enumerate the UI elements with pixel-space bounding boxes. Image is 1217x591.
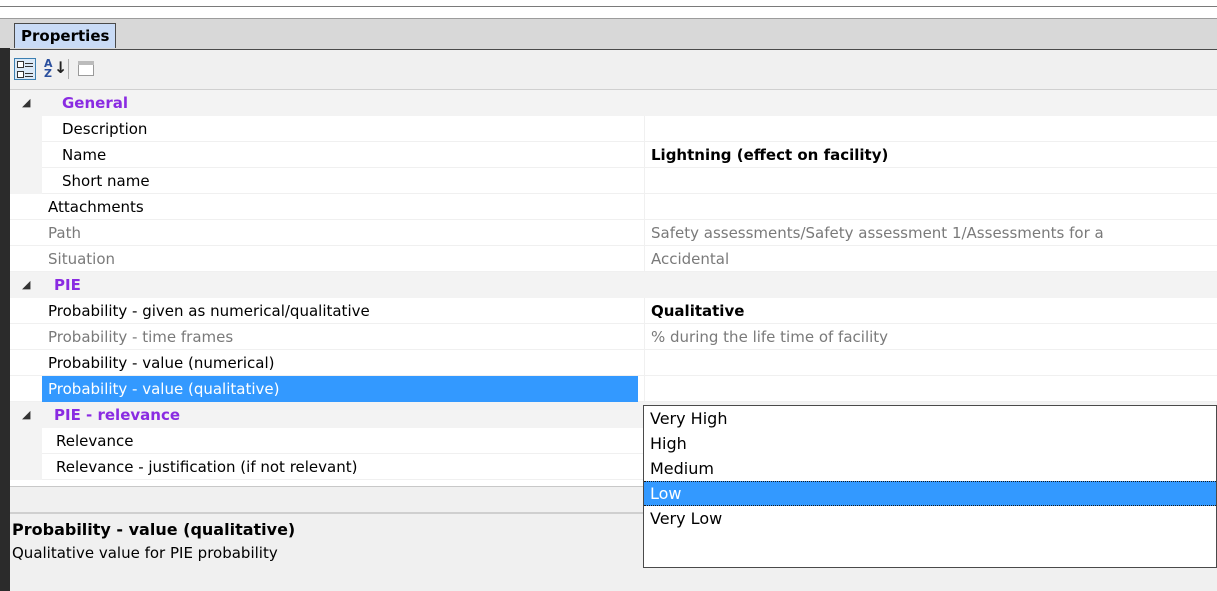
description-title: Probability - value (qualitative) (12, 520, 296, 539)
property-value: Accidental (644, 246, 1217, 272)
property-name: Probability - value (numerical) (48, 354, 275, 372)
category-pie[interactable]: ◢ PIE (10, 272, 1217, 298)
property-value: Safety assessments/Safety assessment 1/A… (644, 220, 1217, 246)
dropdown-option-very-high[interactable]: Very High (644, 406, 1216, 431)
property-row-probability-numerical[interactable]: Probability - value (numerical) (10, 350, 1217, 376)
dropdown-option-high[interactable]: High (644, 431, 1216, 456)
left-edge (0, 48, 10, 591)
property-name: Path (48, 224, 81, 242)
property-row-name[interactable]: Name Lightning (effect on facility) (10, 142, 1217, 168)
property-name: Probability - value (qualitative) (42, 376, 638, 402)
collapse-triangle-icon[interactable]: ◢ (22, 402, 30, 428)
property-pages-icon[interactable] (76, 58, 98, 80)
property-value[interactable]: Lightning (effect on facility) (644, 142, 1217, 168)
property-value[interactable] (644, 194, 1217, 220)
category-general[interactable]: ◢ General (10, 90, 1217, 116)
dropdown-option-low[interactable]: Low (644, 481, 1216, 506)
property-row-probability-qualitative[interactable]: Probability - value (qualitative) (10, 376, 1217, 402)
property-row-description[interactable]: Description (10, 116, 1217, 142)
property-row-attachments[interactable]: Attachments (10, 194, 1217, 220)
dropdown-option-medium[interactable]: Medium (644, 456, 1216, 481)
category-label: PIE - relevance (54, 406, 181, 424)
toolbar-separator (68, 59, 69, 79)
collapse-triangle-icon[interactable]: ◢ (22, 272, 30, 298)
property-row-situation[interactable]: Situation Accidental (10, 246, 1217, 272)
property-row-path[interactable]: Path Safety assessments/Safety assessmen… (10, 220, 1217, 246)
property-value[interactable]: Qualitative (644, 298, 1217, 324)
qualitative-value-dropdown[interactable]: Very High High Medium Low Very Low (643, 405, 1217, 568)
tab-properties[interactable]: Properties (14, 23, 117, 48)
sort-alphabetical-icon[interactable]: A Z ↓ (42, 58, 67, 80)
property-value: % during the life time of facility (644, 324, 1217, 350)
property-grid-toolbar: A Z ↓ (10, 50, 1217, 90)
property-value[interactable] (644, 116, 1217, 142)
property-name: Probability - time frames (48, 328, 234, 346)
property-row-short-name[interactable]: Short name (10, 168, 1217, 194)
property-name: Probability - given as numerical/qualita… (48, 302, 370, 320)
property-name: Relevance - justification (if not releva… (56, 458, 358, 476)
property-name: Short name (62, 172, 150, 190)
category-label: PIE (54, 276, 81, 294)
property-name: Relevance (56, 432, 134, 450)
tab-bar: Properties (0, 18, 1217, 51)
dropdown-option-very-low[interactable]: Very Low (644, 506, 1216, 531)
property-value[interactable] (644, 168, 1217, 194)
property-row-probability-time-frames[interactable]: Probability - time frames % during the l… (10, 324, 1217, 350)
property-row-probability-given-as[interactable]: Probability - given as numerical/qualita… (10, 298, 1217, 324)
property-name: Situation (48, 250, 116, 268)
property-name: Description (62, 120, 148, 138)
property-name: Attachments (48, 198, 144, 216)
category-label: General (62, 94, 128, 112)
top-strip (0, 0, 1217, 18)
collapse-triangle-icon[interactable]: ◢ (22, 90, 30, 116)
categorized-view-icon[interactable] (14, 58, 36, 80)
description-text: Qualitative value for PIE probability (12, 544, 278, 562)
property-value[interactable] (644, 376, 1217, 402)
property-value[interactable] (644, 350, 1217, 376)
property-name: Name (62, 146, 107, 164)
